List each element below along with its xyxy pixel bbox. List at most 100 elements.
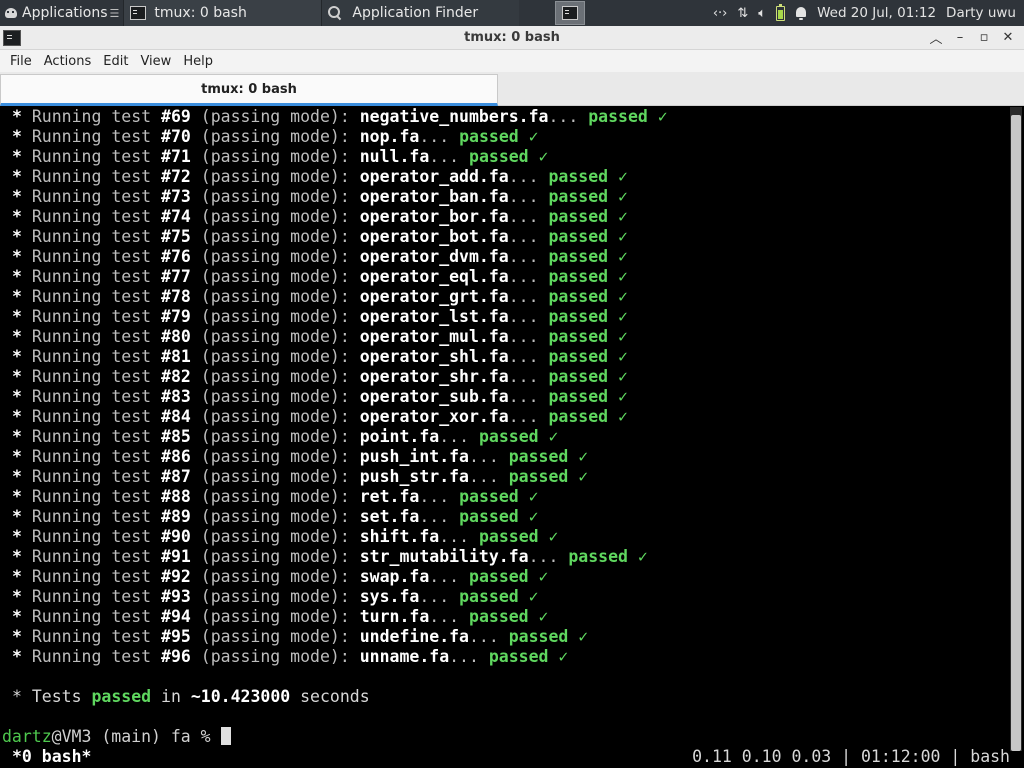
taskbar-item-tmux[interactable]: tmux: 0 bash bbox=[123, 0, 322, 26]
passed-label: passed bbox=[469, 567, 529, 586]
test-file: operator_xor.fa bbox=[359, 407, 509, 426]
clock[interactable]: Wed 20 Jul, 01:12 bbox=[817, 5, 936, 21]
taskbar-item-app-finder[interactable]: Application Finder bbox=[321, 0, 520, 26]
test-output-line: * Running test #79 (passing mode): opera… bbox=[12, 307, 628, 327]
line-bullet: * bbox=[12, 547, 32, 566]
line-bullet: * bbox=[12, 267, 32, 286]
ellipsis: ... bbox=[449, 647, 489, 666]
running-text: Running test bbox=[31, 627, 162, 646]
mode-text: (passing mode): bbox=[190, 407, 360, 426]
prompt-user: dartz bbox=[2, 727, 52, 746]
tab-tmux-bash[interactable]: tmux: 0 bash bbox=[0, 74, 498, 106]
menu-actions[interactable]: Actions bbox=[38, 54, 98, 69]
line-bullet: * bbox=[12, 367, 32, 386]
mode-text: (passing mode): bbox=[190, 167, 360, 186]
line-bullet: * bbox=[12, 567, 32, 586]
mode-text: (passing mode): bbox=[190, 547, 360, 566]
test-output-line: * Running test #71 (passing mode): null.… bbox=[12, 147, 549, 167]
passed-label: passed bbox=[459, 587, 519, 606]
line-bullet: * bbox=[12, 607, 32, 626]
test-output-line: * Running test #87 (passing mode): push_… bbox=[12, 467, 588, 487]
network-arrows-icon[interactable]: ‹·› bbox=[713, 6, 728, 21]
passed-label: passed bbox=[548, 287, 609, 306]
test-output-line: * Running test #82 (passing mode): opera… bbox=[12, 367, 628, 387]
up-down-arrows-icon[interactable]: ⇅ bbox=[737, 6, 748, 21]
test-file: push_int.fa bbox=[359, 447, 469, 466]
mode-text: (passing mode): bbox=[190, 367, 360, 386]
menu-view[interactable]: View bbox=[134, 54, 177, 69]
ellipsis: ... bbox=[419, 587, 460, 606]
battery-icon[interactable] bbox=[776, 3, 786, 21]
test-output-line: * Running test #78 (passing mode): opera… bbox=[12, 287, 628, 307]
mode-text: (passing mode): bbox=[190, 387, 360, 406]
line-bullet: * bbox=[12, 167, 32, 186]
speaker-icon[interactable]: 🔈︎ bbox=[758, 6, 766, 21]
ellipsis: ... bbox=[508, 327, 549, 346]
test-file: swap.fa bbox=[359, 567, 430, 586]
line-bullet: * bbox=[12, 427, 32, 446]
check-icon: ✓ bbox=[568, 627, 589, 646]
check-icon: ✓ bbox=[528, 607, 549, 626]
test-number: #72 bbox=[161, 167, 191, 186]
check-icon: ✓ bbox=[608, 407, 628, 426]
terminal-launcher-button[interactable] bbox=[555, 1, 586, 25]
shade-button[interactable]: ︿ bbox=[926, 28, 946, 48]
close-button[interactable]: ✕ bbox=[998, 28, 1018, 48]
applications-menu-button[interactable]: Applications ☰ bbox=[0, 0, 123, 26]
check-icon: ✓ bbox=[608, 347, 628, 366]
test-output-line: * Running test #76 (passing mode): opera… bbox=[12, 247, 628, 267]
menu-file[interactable]: File bbox=[4, 54, 38, 69]
window-titlebar[interactable]: tmux: 0 bash ︿ – ▫ ✕ bbox=[0, 26, 1024, 50]
check-icon: ✓ bbox=[608, 267, 628, 286]
shell-prompt[interactable]: dartz@VM3 (main) fa % bbox=[2, 727, 231, 747]
passed-label: passed bbox=[459, 487, 519, 506]
running-text: Running test bbox=[31, 287, 162, 306]
test-file: operator_eql.fa bbox=[359, 267, 509, 286]
mode-text: (passing mode): bbox=[190, 627, 360, 646]
passed-label: passed bbox=[488, 647, 549, 666]
system-tray: ‹·› ⇅ 🔈︎ Wed 20 Jul, 01:12 Darty uwu bbox=[713, 3, 1024, 21]
check-icon: ✓ bbox=[608, 307, 628, 326]
ellipsis: ... bbox=[469, 447, 509, 466]
running-text: Running test bbox=[31, 267, 162, 286]
mode-text: (passing mode): bbox=[190, 147, 360, 166]
test-output-line: * Running test #77 (passing mode): opera… bbox=[12, 267, 628, 287]
scrollbar-thumb[interactable] bbox=[1011, 115, 1021, 751]
line-bullet: * bbox=[12, 347, 32, 366]
line-bullet: * bbox=[12, 307, 32, 326]
scrollbar[interactable] bbox=[1010, 107, 1022, 751]
line-bullet: * bbox=[12, 387, 32, 406]
user-menu[interactable]: Darty uwu bbox=[946, 5, 1016, 21]
xfce-mouse-icon bbox=[4, 6, 18, 20]
search-icon bbox=[328, 6, 342, 20]
taskbar-item-label: tmux: 0 bash bbox=[154, 5, 247, 21]
test-file: null.fa bbox=[359, 147, 430, 166]
running-text: Running test bbox=[31, 147, 162, 166]
running-text: Running test bbox=[31, 387, 162, 406]
terminal-icon[interactable] bbox=[3, 29, 21, 46]
mode-text: (passing mode): bbox=[190, 227, 360, 246]
bell-icon[interactable] bbox=[795, 7, 807, 20]
test-output-line: * Running test #85 (passing mode): point… bbox=[12, 427, 558, 447]
test-output-line: * Running test #83 (passing mode): opera… bbox=[12, 387, 628, 407]
test-number: #94 bbox=[161, 607, 191, 626]
line-bullet: * bbox=[12, 287, 32, 306]
test-output-line: * Running test #96 (passing mode): unnam… bbox=[12, 647, 568, 667]
mode-text: (passing mode): bbox=[190, 327, 360, 346]
maximize-button[interactable]: ▫ bbox=[974, 28, 994, 48]
menu-help[interactable]: Help bbox=[177, 54, 219, 69]
mode-text: (passing mode): bbox=[190, 647, 360, 666]
test-number: #76 bbox=[161, 247, 191, 266]
minimize-button[interactable]: – bbox=[950, 28, 970, 48]
passed-label: passed bbox=[508, 467, 569, 486]
ellipsis: ... bbox=[508, 207, 549, 226]
test-output-line: * Running test #81 (passing mode): opera… bbox=[12, 347, 628, 367]
check-icon: ✓ bbox=[548, 647, 569, 666]
line-bullet: * bbox=[12, 207, 32, 226]
menu-edit[interactable]: Edit bbox=[97, 54, 134, 69]
mode-text: (passing mode): bbox=[190, 347, 360, 366]
tmux-window-list[interactable]: *0 bash* bbox=[12, 747, 91, 767]
ellipsis: ... bbox=[429, 147, 470, 166]
line-bullet: * bbox=[12, 467, 32, 486]
terminal-output[interactable]: * Running test #69 (passing mode): negat… bbox=[0, 107, 1024, 768]
